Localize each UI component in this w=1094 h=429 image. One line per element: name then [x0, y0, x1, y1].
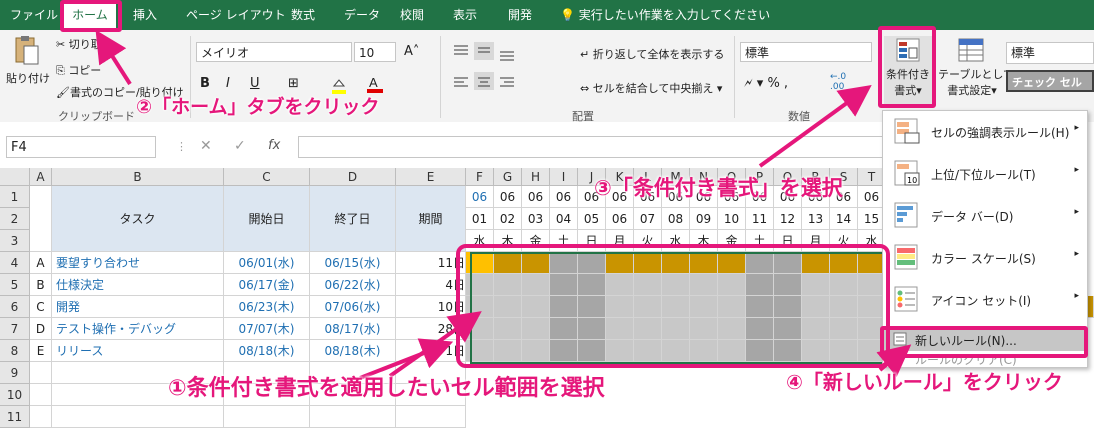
annotation-step1: ①条件付き書式を適用したいセル範囲を選択	[168, 376, 605, 401]
arrow-step2	[95, 29, 132, 86]
annotation-step3: ③「条件付き書式」を選択	[594, 176, 843, 200]
annotation-step4: ④「新しいルール」をクリック	[786, 370, 1063, 394]
annotation-arrows	[95, 29, 912, 380]
annotation-step2: ②「ホーム」タブをクリック	[136, 96, 380, 118]
arrow-step1	[388, 311, 482, 378]
arrow-step3	[758, 84, 872, 168]
